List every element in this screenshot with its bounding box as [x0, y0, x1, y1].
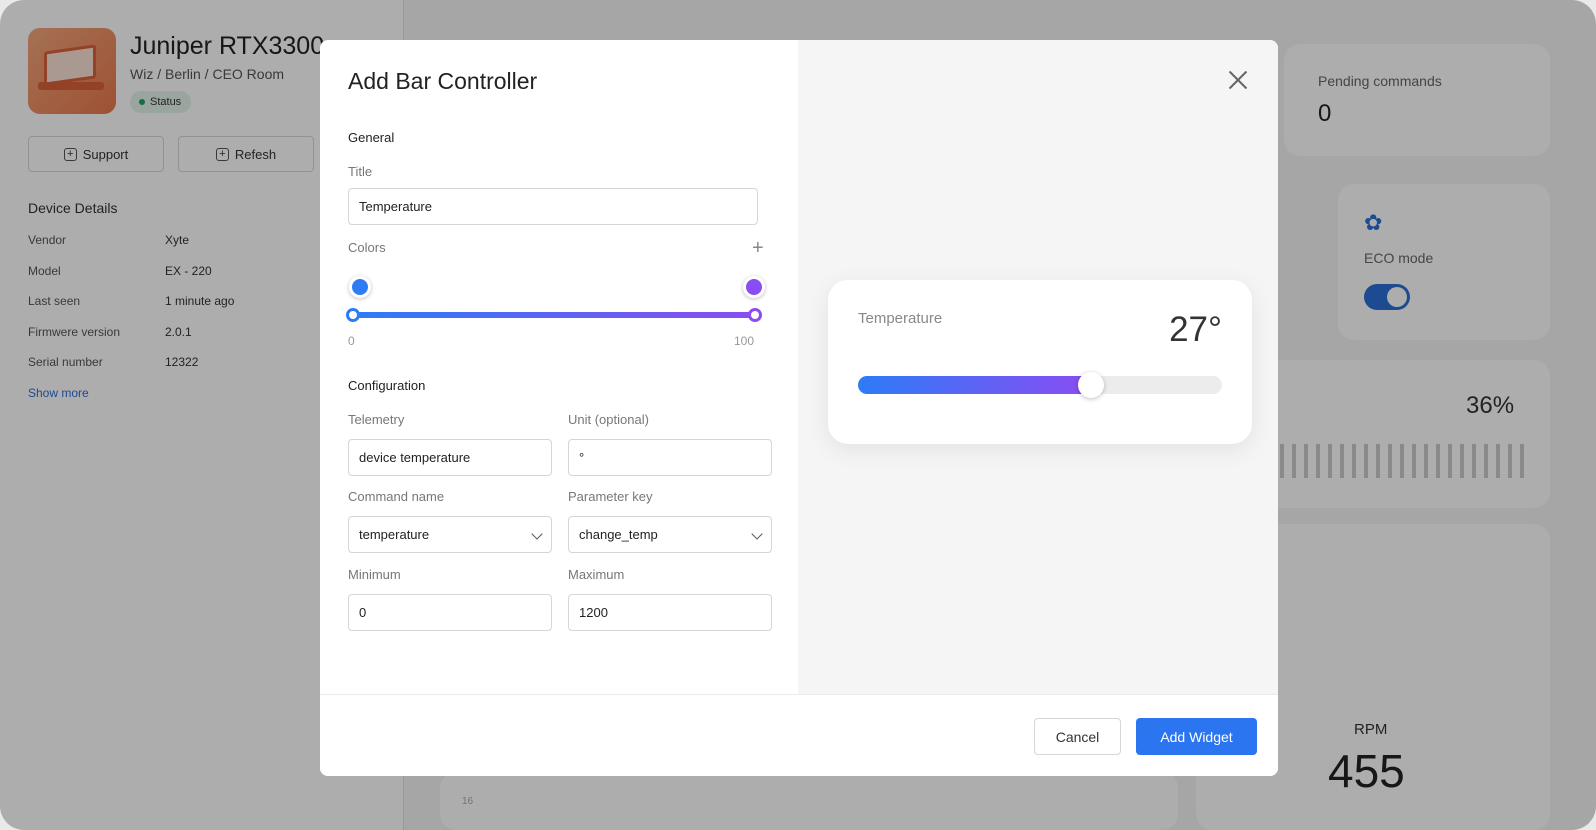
telemetry-input[interactable]	[348, 439, 552, 476]
bar-controller-preview: Temperature 27°	[828, 280, 1252, 444]
parameter-key-value: change_temp	[579, 527, 658, 542]
parameter-key-select[interactable]: change_temp	[568, 516, 772, 553]
chevron-down-icon	[531, 528, 543, 540]
chevron-down-icon	[751, 528, 763, 540]
maximum-label: Maximum	[568, 567, 625, 582]
gradient-handle-end[interactable]	[748, 308, 762, 322]
color-stop-end[interactable]	[743, 276, 765, 298]
gradient-handle-start[interactable]	[346, 308, 360, 322]
title-input[interactable]	[348, 188, 758, 225]
cancel-button[interactable]: Cancel	[1034, 718, 1121, 755]
title-label: Title	[348, 164, 373, 179]
add-color-icon[interactable]: +	[752, 238, 764, 258]
unit-label: Unit (optional)	[568, 412, 649, 427]
command-name-value: temperature	[359, 527, 430, 542]
range-max-label: 100	[734, 334, 755, 348]
dialog-title: Add Bar Controller	[348, 68, 538, 94]
telemetry-label: Telemetry	[348, 412, 405, 427]
colors-label: Colors	[348, 240, 386, 255]
preview-value: 27°	[1169, 310, 1222, 349]
maximum-input[interactable]	[568, 594, 772, 631]
configuration-heading: Configuration	[348, 378, 426, 393]
parameter-key-label: Parameter key	[568, 489, 653, 504]
color-stop-start[interactable]	[349, 276, 371, 298]
unit-input[interactable]	[568, 439, 772, 476]
preview-bar-track	[858, 372, 1222, 398]
color-gradient-track	[352, 312, 754, 318]
preview-bar-handle[interactable]	[1078, 372, 1104, 398]
minimum-input[interactable]	[348, 594, 552, 631]
command-name-select[interactable]: temperature	[348, 516, 552, 553]
close-icon[interactable]	[1226, 68, 1250, 92]
add-bar-controller-dialog: Add Bar Controller General Title Colors …	[320, 40, 1278, 776]
command-name-label: Command name	[348, 489, 445, 504]
general-heading: General	[348, 130, 395, 145]
add-widget-button[interactable]: Add Widget	[1136, 718, 1257, 755]
preview-title: Temperature	[858, 310, 943, 327]
minimum-label: Minimum	[348, 567, 401, 582]
dialog-footer: Cancel Add Widget	[320, 694, 1278, 776]
range-min-label: 0	[348, 334, 355, 348]
preview-bar-fill	[858, 376, 1091, 394]
